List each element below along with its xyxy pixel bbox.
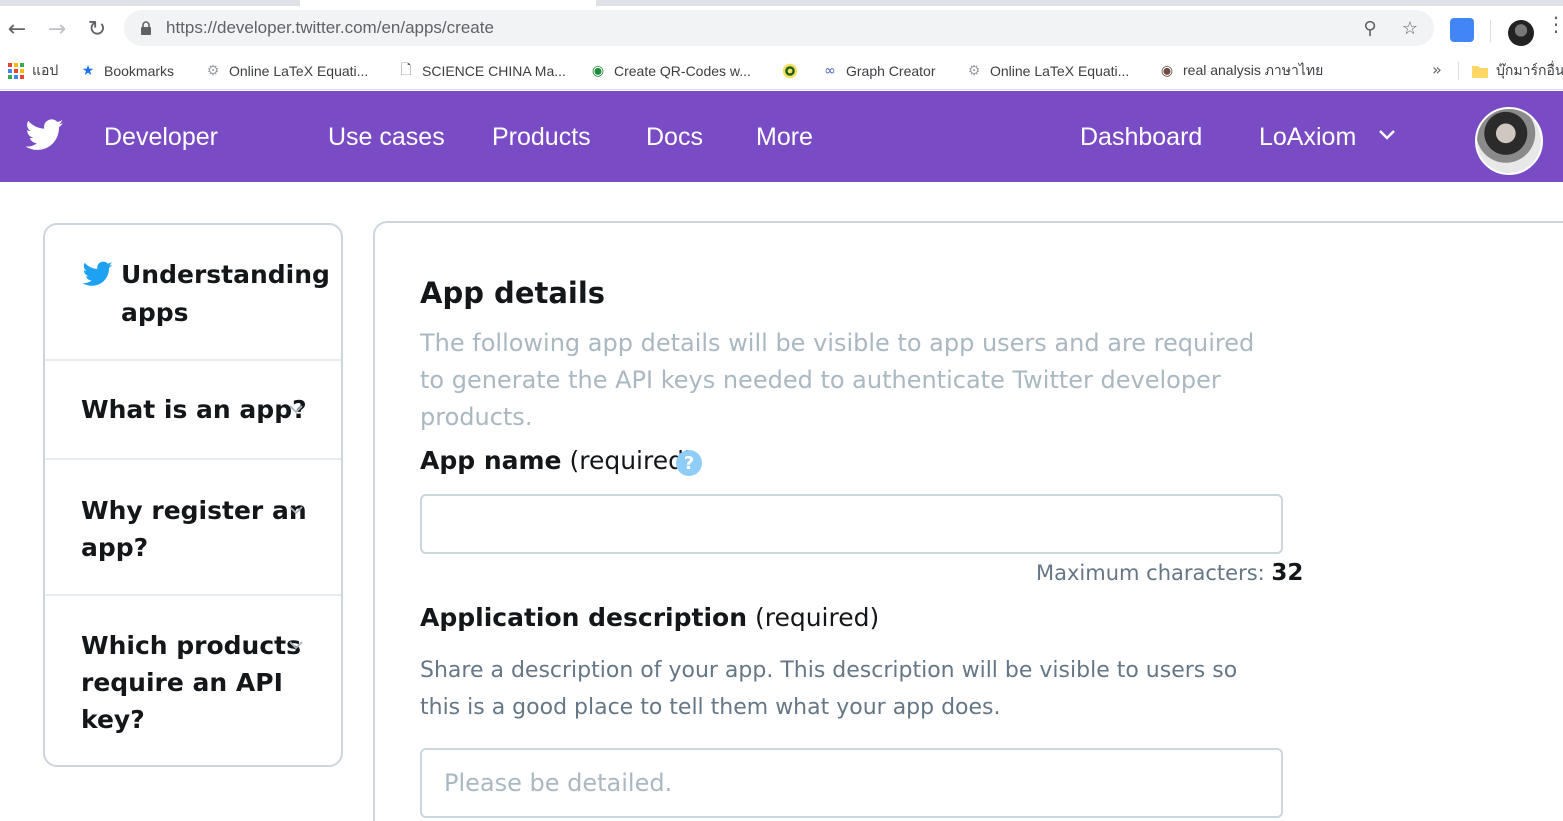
lock-icon	[141, 21, 151, 35]
bookmarks-overflow-icon[interactable]: »	[1432, 60, 1442, 79]
page-title: App details	[420, 276, 606, 310]
app-description-label: Application description (required)	[420, 603, 879, 632]
sidebar-title: require an API	[81, 668, 283, 697]
bookmarks-divider	[1458, 62, 1459, 80]
sidebar-section-understanding-apps[interactable]: Understanding apps	[45, 225, 341, 361]
app-name-char-limit: Maximum characters: 32	[1036, 560, 1303, 586]
gear-icon: ⚙	[967, 63, 981, 79]
chevron-down-icon[interactable]	[289, 405, 303, 414]
address-bar[interactable]: https://developer.twitter.com/en/apps/cr…	[124, 10, 1434, 46]
bookmark-label: บุ๊กมาร์กอื่น	[1496, 62, 1563, 78]
app-description-label-text: Application description	[420, 603, 748, 632]
qr-icon: ◉	[591, 63, 605, 79]
browser-toolbar: ← → ↻ https://developer.twitter.com/en/a…	[0, 6, 1563, 52]
folder-icon	[1472, 63, 1488, 79]
sidebar-title: key?	[81, 705, 145, 734]
nav-docs[interactable]: Docs	[646, 123, 703, 152]
url-text: https://developer.twitter.com/en/apps/cr…	[166, 18, 494, 37]
bookmark-label: Online LaTeX Equati...	[990, 63, 1130, 79]
page-intro: The following app details will be visibl…	[420, 329, 1255, 431]
forward-icon[interactable]: →	[42, 14, 72, 44]
char-limit-value: 32	[1271, 560, 1304, 586]
graph-icon: ∞	[824, 63, 836, 79]
bookmark-label: Create QR-Codes w...	[614, 63, 751, 79]
bookmark-label: Graph Creator	[846, 63, 936, 79]
bookmark-label: แอป	[32, 62, 59, 78]
twitter-bird-icon	[83, 261, 113, 286]
nav-products[interactable]: Products	[492, 123, 591, 152]
nav-use-cases[interactable]: Use cases	[328, 123, 445, 152]
bookmark-label: Online LaTeX Equati...	[229, 63, 369, 79]
owl-icon: ◉	[1160, 63, 1174, 79]
page-icon: 🗋	[400, 62, 412, 78]
sidebar-title: Understanding	[121, 260, 330, 289]
nav-more[interactable]: More	[756, 123, 813, 152]
twitter-bird-icon[interactable]	[26, 119, 64, 151]
bookmark-qr-codes[interactable]: ◉ Create QR-Codes w...	[590, 60, 751, 82]
required-marker: (required)	[754, 603, 880, 632]
toolbar-divider	[1490, 20, 1491, 42]
user-menu-button[interactable]: LoAxiom	[1259, 123, 1356, 152]
sidebar-title: Which products	[81, 631, 302, 660]
bookmark-other[interactable]: บุ๊กมาร์กอื่น	[1472, 60, 1563, 82]
chevron-down-icon[interactable]	[289, 506, 303, 515]
circle-logo-icon	[782, 63, 798, 79]
sidebar-section-why-register[interactable]: Why register an app?	[45, 460, 341, 596]
bookmark-label: real analysis ภาษาไทย	[1183, 62, 1324, 78]
app-name-label-text: App name	[420, 446, 562, 475]
nav-dashboard[interactable]: Dashboard	[1080, 123, 1202, 152]
sidebar: Understanding apps What is an app? Why r…	[43, 223, 343, 767]
back-icon[interactable]: ←	[2, 14, 32, 44]
sidebar-title: What is an app?	[81, 395, 307, 424]
sidebar-title: apps	[121, 298, 189, 327]
apps-grid-icon	[8, 63, 24, 79]
bookmark-star-icon[interactable]: ☆	[1398, 16, 1422, 40]
bookmark-apps[interactable]: แอป	[8, 60, 58, 82]
bookmark-bookmarks[interactable]: ★ Bookmarks	[80, 60, 174, 82]
brand-developer-link[interactable]: Developer	[104, 123, 218, 152]
bookmark-circle-logo[interactable]	[782, 60, 798, 82]
translate-extension-icon[interactable]	[1450, 18, 1474, 42]
reload-icon[interactable]: ↻	[82, 14, 112, 44]
user-avatar[interactable]	[1475, 107, 1543, 175]
sidebar-title: Why register an	[81, 496, 307, 525]
help-icon[interactable]: ?	[676, 450, 702, 476]
browser-profile-avatar[interactable]	[1508, 20, 1534, 46]
char-limit-label: Maximum characters:	[1036, 561, 1265, 585]
app-description-input[interactable]	[420, 748, 1283, 818]
site-header: Developer Use cases Products Docs More D…	[0, 91, 1563, 182]
app-name-input[interactable]	[420, 494, 1283, 554]
app-name-label: App name (required)	[420, 446, 694, 475]
browser-menu-icon[interactable]: ⋮	[1546, 14, 1563, 34]
bookmark-label: Bookmarks	[104, 63, 175, 79]
gear-icon: ⚙	[206, 63, 220, 79]
bookmark-latex-1[interactable]: ⚙ Online LaTeX Equati...	[205, 60, 369, 82]
sidebar-section-what-is-an-app[interactable]: What is an app?	[45, 361, 341, 460]
bookmark-real-analysis[interactable]: ◉ real analysis ภาษาไทย	[1159, 60, 1323, 82]
sidebar-section-which-products[interactable]: Which products require an API key?	[45, 596, 341, 765]
bookmarks-bar: แอป ★ Bookmarks ⚙ Online LaTeX Equati...…	[0, 52, 1563, 90]
star-icon: ★	[81, 63, 95, 79]
app-description-help: Share a description of your app. This de…	[420, 658, 1238, 720]
bookmark-graph-creator[interactable]: ∞ Graph Creator	[822, 60, 935, 82]
zoom-icon[interactable]: ⚲	[1358, 16, 1382, 40]
bookmark-latex-2[interactable]: ⚙ Online LaTeX Equati...	[966, 60, 1130, 82]
chevron-down-icon[interactable]	[1378, 129, 1396, 141]
sidebar-title: app?	[81, 533, 149, 562]
bookmark-label: SCIENCE CHINA Ma...	[422, 63, 566, 79]
bookmark-science-china[interactable]: 🗋 SCIENCE CHINA Ma...	[398, 60, 566, 82]
chevron-down-icon[interactable]	[289, 641, 303, 650]
